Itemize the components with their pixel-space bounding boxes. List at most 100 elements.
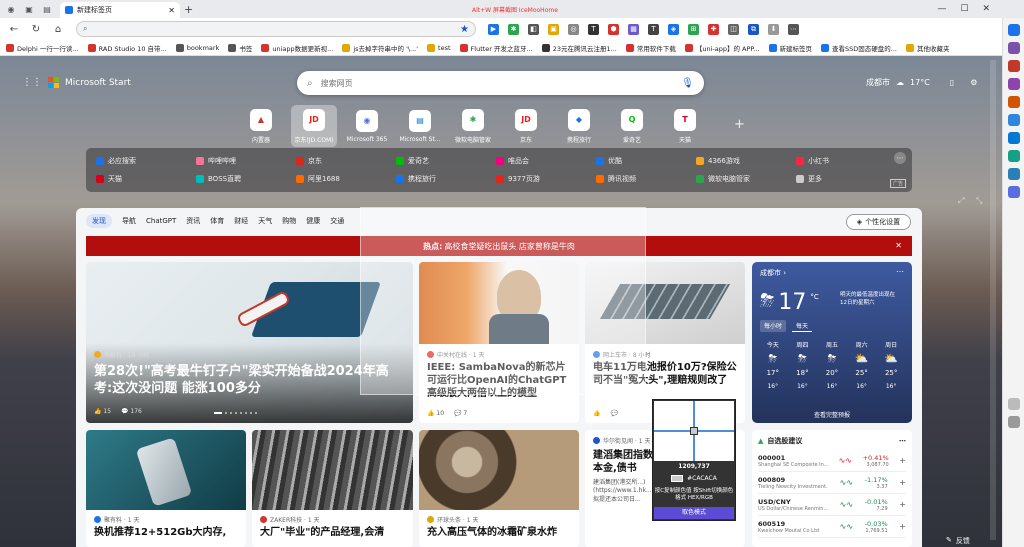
web-search-input[interactable] xyxy=(320,78,674,88)
screenshot-selection[interactable] xyxy=(360,207,646,395)
expand-icon[interactable]: ⤢ xyxy=(958,196,964,206)
site-link[interactable]: 天猫 xyxy=(96,174,196,184)
extension-o-icon[interactable]: ⬇ xyxy=(768,23,779,35)
site-link[interactable]: 微软电脑管家 xyxy=(696,174,796,184)
banner-close-icon[interactable]: ✕ xyxy=(895,241,902,250)
stocks-more-icon[interactable]: ⋯ xyxy=(899,437,906,445)
full-forecast-link[interactable]: 查看完整预报 xyxy=(752,410,912,419)
site-link[interactable]: 爱奇艺 xyxy=(396,156,496,166)
stock-row[interactable]: USD/CNY US Dollar/Chinese Renmin... ∿∿ -0.0… xyxy=(758,494,906,516)
quick-link-tile[interactable]: Q 爱奇艺 xyxy=(609,105,655,147)
comment-icon[interactable]: 💬 xyxy=(610,410,617,417)
stocks-card[interactable]: ▲ 自选股建议 ⋯ 000001 Shanghai SE Composite In… xyxy=(752,430,912,547)
bookmark-item[interactable]: 23元在腾讯云注册1... xyxy=(541,43,617,53)
bookmark-item[interactable]: uniapp数据更新视... xyxy=(261,43,333,53)
site-link[interactable]: 携程旅行 xyxy=(396,174,496,184)
sidebar-search-icon[interactable] xyxy=(1007,24,1020,36)
feed-tab[interactable]: 购物 xyxy=(282,216,296,226)
like-icon[interactable]: 👍 xyxy=(593,410,600,417)
ms-start-logo[interactable]: ⋮⋮ Microsoft Start xyxy=(22,77,131,88)
extension-e-icon[interactable]: ◎ xyxy=(568,23,579,35)
tab-actions-icon[interactable]: ▤ xyxy=(40,2,54,16)
bookmark-item[interactable]: RAD Studio 10 自带... xyxy=(87,43,167,53)
extension-c-icon[interactable]: ◧ xyxy=(528,23,539,35)
back-icon[interactable]: ← xyxy=(6,24,22,35)
feed-tab[interactable]: 体育 xyxy=(210,216,224,226)
pick-mode-button[interactable]: 取色模式 xyxy=(654,507,734,519)
maximize-icon[interactable]: ☐ xyxy=(960,4,968,14)
extension-i-icon[interactable]: T xyxy=(648,23,659,35)
site-link[interactable]: 必应搜索 xyxy=(96,156,196,166)
sidebar-games-icon[interactable] xyxy=(1007,78,1020,90)
like-icon[interactable]: 👍 15 xyxy=(94,408,111,415)
sidebar-settings-icon[interactable] xyxy=(1007,416,1020,428)
quick-link-tile[interactable]: T 天猫 xyxy=(662,105,708,147)
site-link[interactable]: 腾讯视频 xyxy=(596,174,696,184)
sidebar-discover-icon[interactable] xyxy=(1007,168,1020,180)
sidebar-tools-icon[interactable] xyxy=(1007,60,1020,72)
site-link[interactable]: 唯品会 xyxy=(496,156,596,166)
sidebar-shopping-icon[interactable] xyxy=(1007,42,1020,54)
extension-b-icon[interactable]: ✱ xyxy=(508,23,519,35)
add-stock-icon[interactable]: + xyxy=(899,456,906,465)
site-link[interactable]: 优酷 xyxy=(596,156,696,166)
news-card-water[interactable]: 环球头条 · 1 天 充入高压气体的冰霜矿泉水炸 xyxy=(419,430,579,547)
sidebar-m365-icon[interactable] xyxy=(1007,114,1020,126)
extension-h-icon[interactable]: ▦ xyxy=(628,23,639,35)
close-window-icon[interactable]: ✕ xyxy=(982,4,990,14)
bookmark-item[interactable]: Delphi 一行一行读... xyxy=(6,43,79,53)
sidebar-drop-icon[interactable] xyxy=(1007,150,1020,162)
extension-k-icon[interactable]: ⊞ xyxy=(688,23,699,35)
page-settings-icon[interactable]: ⚙ xyxy=(970,78,977,87)
extension-p-icon[interactable]: ⋯ xyxy=(788,23,799,35)
site-link[interactable]: 阿里1688 xyxy=(296,174,396,184)
extension-n-icon[interactable]: ⧉ xyxy=(748,23,759,35)
bookmark-item[interactable]: 常用软件下载 xyxy=(625,43,676,53)
stock-row[interactable]: 000001 Shanghai SE Composite In... ∿∿ +0.41… xyxy=(758,450,906,472)
stock-row[interactable]: 000809 Tieling Newcity Investment... ∿∿ -1.… xyxy=(758,472,906,494)
tab-hourly[interactable]: 每小时 xyxy=(760,320,787,332)
site-link[interactable]: BOSS直聘 xyxy=(196,174,296,184)
add-shortcut-button[interactable]: + xyxy=(734,117,745,132)
sidebar-add-icon[interactable] xyxy=(1007,398,1020,410)
microphone-icon[interactable]: 🎙 xyxy=(681,78,694,89)
news-card-phone[interactable]: 聚有料 · 1 天 换机推荐12+512Gb大内存, xyxy=(86,430,246,547)
tab-daily[interactable]: 每天 xyxy=(792,320,813,332)
apps-grid-icon[interactable]: ⋮⋮ xyxy=(22,77,42,88)
tab-close-icon[interactable]: ✕ xyxy=(168,6,175,15)
quick-link-tile[interactable]: ▤ Microsoft St... xyxy=(397,105,443,147)
sidebar-apps-icon[interactable] xyxy=(1007,186,1020,198)
extension-a-icon[interactable]: ▶ xyxy=(488,23,499,35)
extension-m-icon[interactable]: ◫ xyxy=(728,23,739,35)
profile-icon[interactable]: ◉ xyxy=(4,2,18,16)
bookmark-item[interactable]: 新建标签页 xyxy=(768,43,812,53)
workspaces-icon[interactable]: ▣ xyxy=(22,2,36,16)
page-scrollbar[interactable] xyxy=(990,60,996,540)
weather-card-more-icon[interactable]: ⋯ xyxy=(896,267,904,276)
quick-link-tile[interactable]: JD 京东(JD.COM) xyxy=(291,105,337,147)
carousel-dots[interactable] xyxy=(214,412,257,414)
site-link[interactable]: 4366游戏 xyxy=(696,156,796,166)
feed-tab[interactable]: 交通 xyxy=(330,216,344,226)
new-tab-button[interactable]: + xyxy=(184,3,193,16)
extension-f-icon[interactable]: T xyxy=(588,23,599,35)
feed-tab[interactable]: 财经 xyxy=(234,216,248,226)
bookmark-item[interactable]: test xyxy=(427,43,451,52)
quick-link-tile[interactable]: ✱ 微软电脑管家 xyxy=(450,105,496,147)
sidebar-office-icon[interactable] xyxy=(1007,96,1020,108)
sidebar-outlook-icon[interactable] xyxy=(1007,132,1020,144)
site-link[interactable]: 小红书 xyxy=(796,156,896,166)
web-search-box[interactable]: ⌕ 🎙 xyxy=(297,71,704,95)
feedback-button[interactable]: ✎ 反馈 xyxy=(946,536,970,546)
site-link[interactable]: 哔哩哔哩 xyxy=(196,156,296,166)
news-card-pm[interactable]: ZAKER科技 · 1 天 大厂"毕业"的产品经理,会清 xyxy=(252,430,413,547)
stock-row[interactable]: 600519 Kweichow Moutai Co Ltd ∿∿ -0.03% 1,76… xyxy=(758,516,906,538)
comment-icon[interactable]: 💬 7 xyxy=(454,410,467,417)
feed-tab[interactable]: 健康 xyxy=(306,216,320,226)
refresh-icon[interactable]: ↻ xyxy=(28,24,44,35)
home-icon[interactable]: ⌂ xyxy=(50,24,66,35)
add-stock-icon[interactable]: + xyxy=(899,500,906,509)
phone-icon[interactable]: ▯ xyxy=(950,78,954,87)
comment-icon[interactable]: 💬 176 xyxy=(121,408,142,415)
bookmark-item[interactable]: bookmark xyxy=(175,43,219,52)
